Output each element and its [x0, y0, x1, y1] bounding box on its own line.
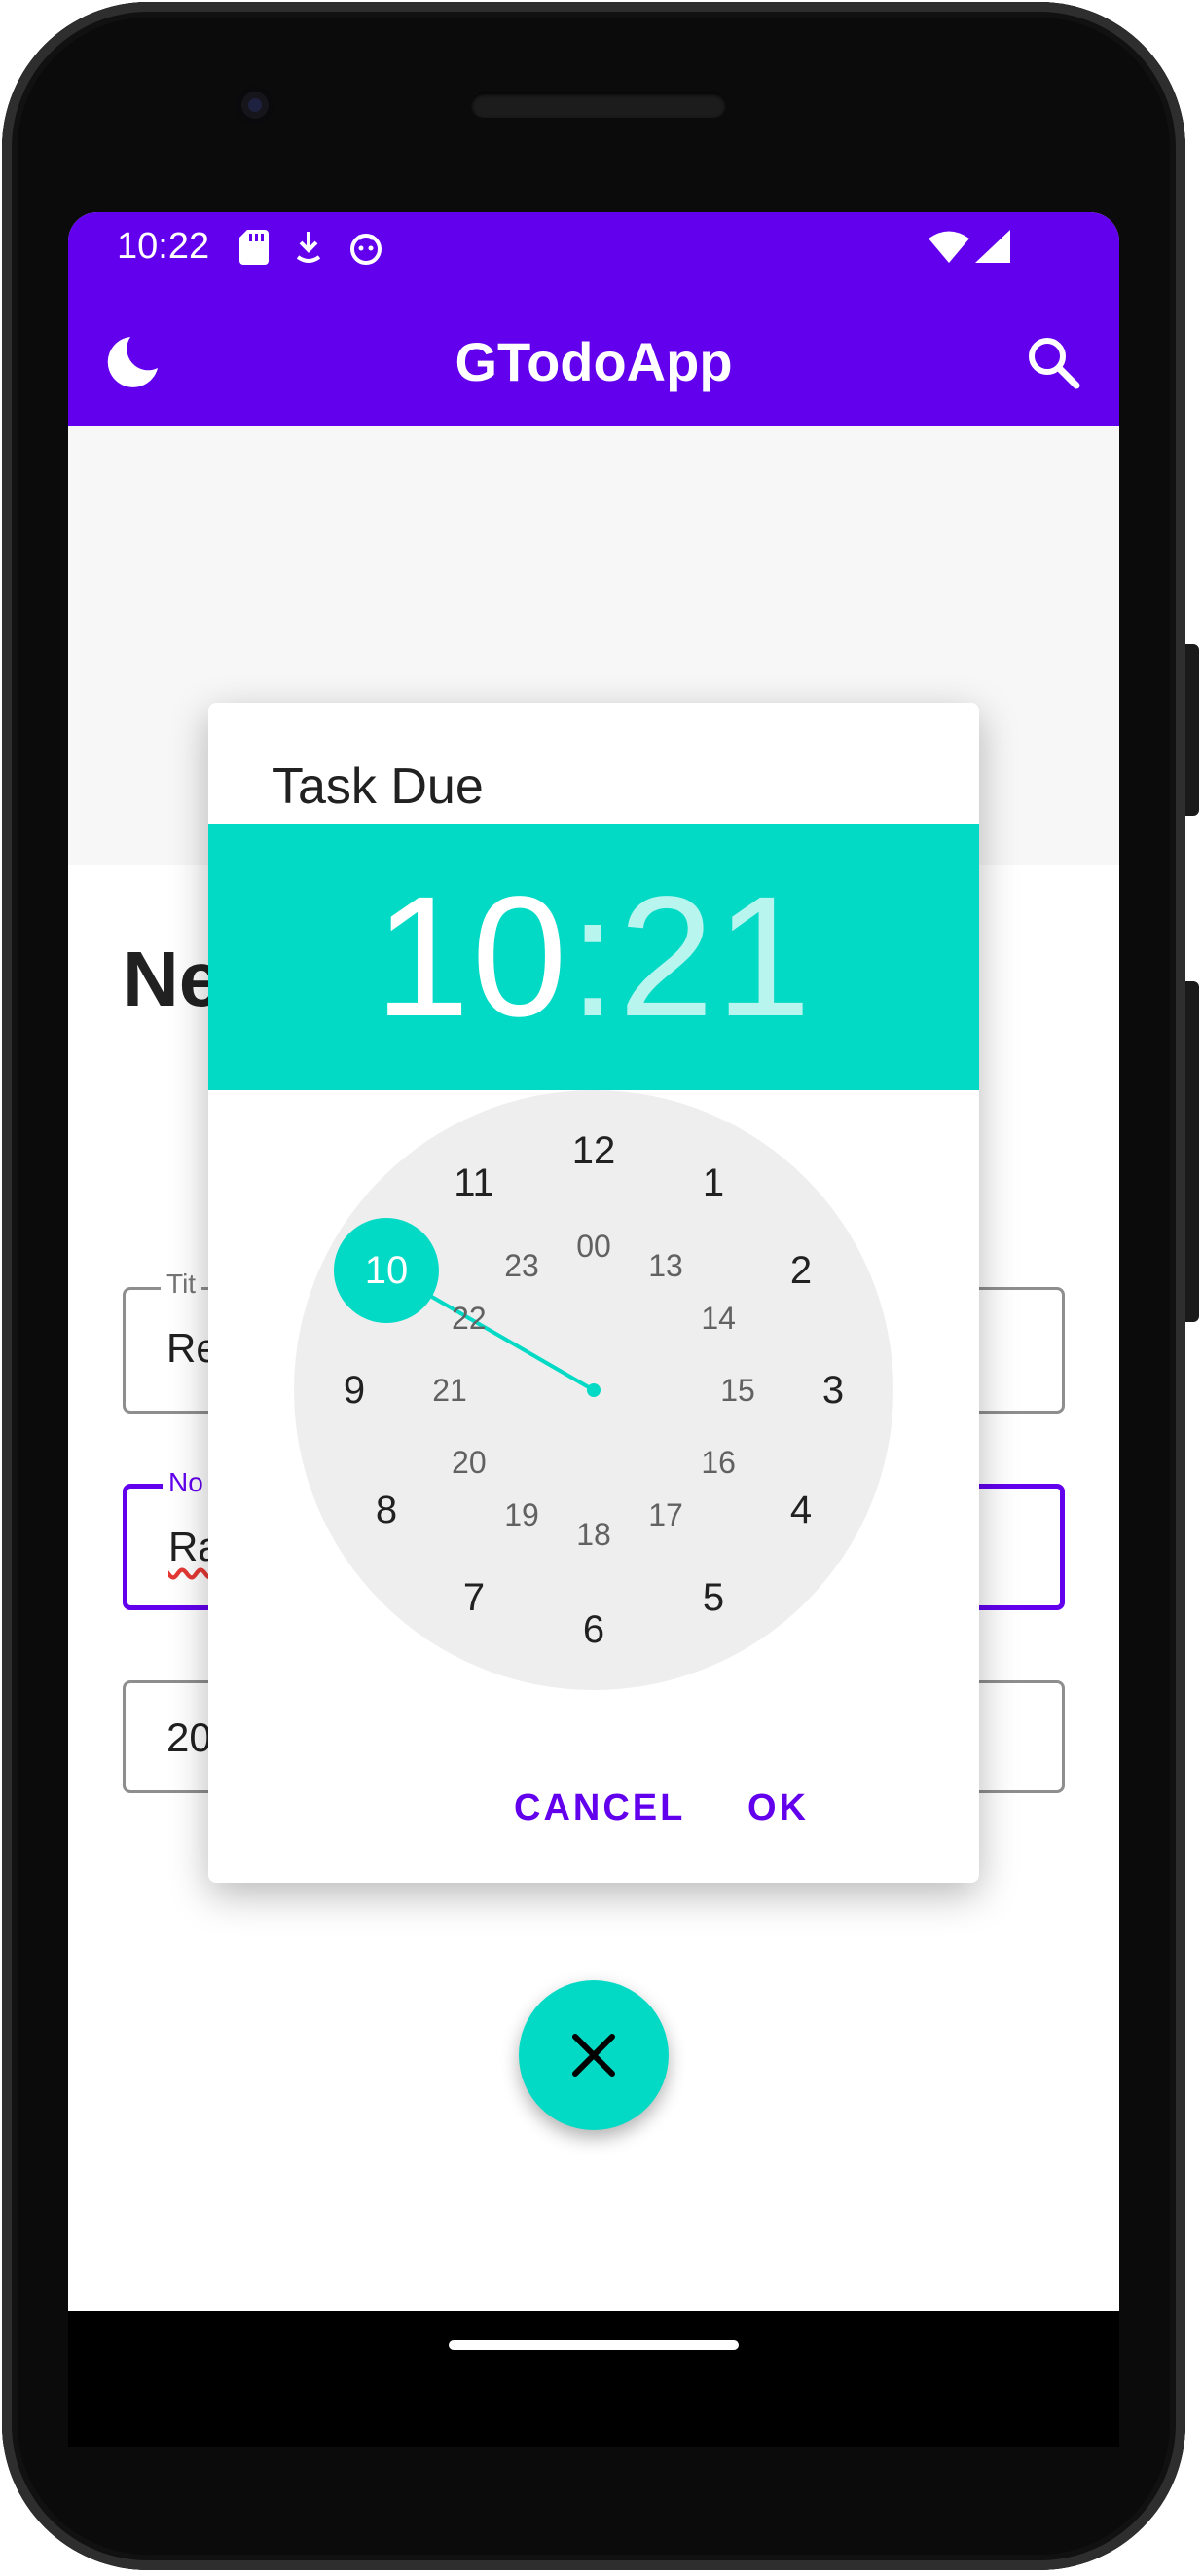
navigation-bar [68, 2311, 1119, 2447]
time-picker-dialog: Task Due 10:21 12 1 2 3 4 5 6 7 8 9 10 11 00 13 14 15 16… [208, 703, 979, 1883]
hour-inner-23[interactable]: 23 [504, 1248, 539, 1283]
hour-inner-00[interactable]: 00 [576, 1229, 611, 1264]
hour-inner-18[interactable]: 18 [576, 1517, 611, 1552]
hour-outer-5[interactable]: 5 [703, 1576, 724, 1619]
hour-inner-16[interactable]: 16 [701, 1445, 736, 1480]
hour-outer-7[interactable]: 7 [463, 1576, 485, 1619]
minute-display[interactable]: 21 [618, 862, 813, 1052]
hour-inner-13[interactable]: 13 [648, 1248, 683, 1283]
hour-outer-1[interactable]: 1 [703, 1161, 724, 1204]
dialog-title: Task Due [273, 758, 484, 815]
hour-outer-12[interactable]: 12 [572, 1129, 616, 1172]
hour-outer-9[interactable]: 9 [344, 1369, 365, 1412]
hour-inner-17[interactable]: 17 [648, 1497, 683, 1532]
hour-outer-6[interactable]: 6 [583, 1608, 604, 1651]
cancel-button[interactable]: CANCEL [498, 1778, 701, 1839]
hour-inner-15[interactable]: 15 [720, 1373, 755, 1408]
close-icon [572, 2034, 615, 2077]
earpiece-speaker [471, 92, 726, 118]
hour-outer-8[interactable]: 8 [376, 1489, 397, 1531]
dialog-actions: CANCEL OK [208, 1752, 979, 1883]
hour-outer-10[interactable]: 10 [365, 1249, 409, 1292]
hour-inner-20[interactable]: 20 [452, 1445, 487, 1480]
hour-inner-19[interactable]: 19 [504, 1497, 539, 1532]
ok-button[interactable]: OK [732, 1778, 824, 1839]
hour-inner-22[interactable]: 22 [452, 1301, 487, 1336]
home-indicator[interactable] [449, 2340, 739, 2350]
hour-outer-4[interactable]: 4 [790, 1489, 812, 1531]
hour-outer-11[interactable]: 11 [454, 1161, 494, 1204]
hour-inner-14[interactable]: 14 [701, 1301, 736, 1336]
power-button [1185, 644, 1199, 816]
screen: 10: 22 GTodoApp Ne Tit Re No Ra 20 Task D… [68, 212, 1119, 2311]
hour-display[interactable]: 10 [375, 862, 569, 1052]
clock-face[interactable]: 121234567891011001314151617181920212223 [208, 1090, 979, 1752]
volume-button [1185, 981, 1199, 1322]
hour-inner-21[interactable]: 21 [432, 1373, 467, 1408]
close-fab[interactable] [519, 1980, 669, 2130]
hour-outer-3[interactable]: 3 [822, 1369, 844, 1412]
front-camera [236, 86, 274, 125]
time-separator: : [568, 862, 619, 1052]
clock-center-dot [587, 1383, 601, 1397]
time-header: 10:21 [208, 824, 979, 1090]
hour-outer-2[interactable]: 2 [790, 1249, 812, 1292]
